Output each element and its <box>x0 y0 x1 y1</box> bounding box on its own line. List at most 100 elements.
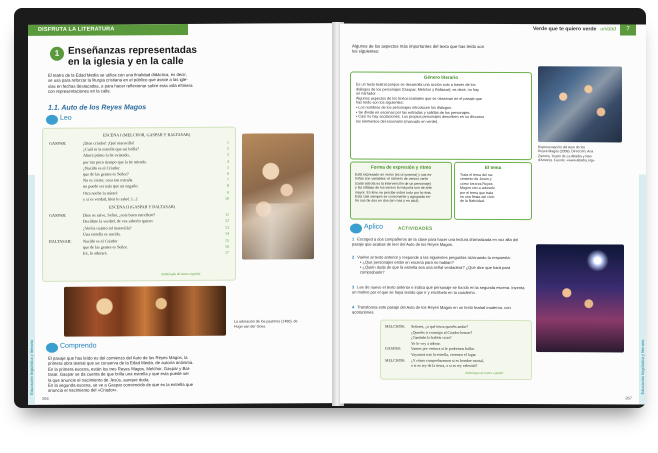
open-textbook: DISFRUTA LA LITERATURA Educación lingüís… <box>14 8 646 408</box>
verse-line: no puede ser más que un engaño. <box>83 183 139 189</box>
activity-text: Escoged a dos compañeros de la clase par… <box>352 236 519 247</box>
speaker-name: MELCHOR: <box>385 358 406 363</box>
activity-number: 2 <box>352 254 355 260</box>
verse-number: 17 <box>225 250 229 256</box>
forma-expresion-box: Forma de expresión y ritmo Está expresad… <box>350 161 452 220</box>
unit-title: Verde que te quiero verde <box>532 26 597 33</box>
verse-line: que de las gentes es Señor? <box>83 171 129 177</box>
star-kings-photo <box>536 244 624 353</box>
genero-literario-box: Género literario Es un texto teatral por… <box>350 71 532 161</box>
right-intro-line: los siguientes: <box>352 48 380 55</box>
unit-number-badge: 7 <box>620 24 636 36</box>
speaker-name: GASPAR: <box>385 347 402 352</box>
adoration-painting <box>64 285 226 337</box>
verse-line: No es cierto; cosa tan extraña <box>83 177 133 183</box>
left-page: DISFRUTA LA LITERATURA Educación lingüís… <box>28 23 334 405</box>
section-number: 1 <box>50 46 64 61</box>
verse-line: Vayamos tras la estrella, veremos el lug… <box>411 352 477 357</box>
verse-number: 10 <box>225 195 229 201</box>
verse-line: o si es rey de la tierra, o si es rey ce… <box>411 363 478 369</box>
aplico-label: Aplico <box>364 223 384 231</box>
right-intro: Algunos de los aspectos más importantes … <box>352 44 532 55</box>
verse-line: que de las gentes es Señor. <box>83 244 128 250</box>
script-excerpt: ESCENA I (MELCHOR, GASPAR Y BALTASAR) GA… <box>42 126 236 282</box>
left-header: DISFRUTA LA LITERATURA <box>28 23 188 36</box>
dialog-lines: MELCHOR: Señores, ¿a qué tierra queréis a… <box>381 321 531 369</box>
verse-number: 3 <box>227 152 229 158</box>
left-page-number: 266 <box>42 395 49 401</box>
right-page: Verde que te quiero verde unidad 7 Educac… <box>340 23 646 405</box>
verse-number: 9 <box>227 189 229 195</box>
verse-number: 12 <box>225 218 229 224</box>
verse-number: 13 <box>225 224 229 230</box>
section-title-line2: en la iglesia y en la calle <box>68 55 184 68</box>
right-header-title: Verde que te quiero verde unidad <box>533 26 616 32</box>
verse-line: ¿Veréis cuánto tal maravilla? <box>83 225 132 231</box>
verse-number: 5 <box>227 164 229 170</box>
forma-line: tre sus de dos en dos (en rosa y en azul… <box>355 198 420 204</box>
scene2-lines: GASPAR: Dios os salve, Señor, ¿sois buen … <box>43 128 235 256</box>
verse-line: ¿También lo habéis visto? <box>411 335 452 341</box>
verse-number: 11 <box>225 211 229 217</box>
scene1-heading: ESCENA I (MELCHOR, GASPAR Y BALTASAR) <box>103 131 191 138</box>
activity-text: Transforma este pasaje del Auto de los R… <box>352 304 511 315</box>
section-title: Enseñanzas representadas en la iglesia y… <box>68 44 268 68</box>
tema-line: de la Natividad. <box>460 199 485 204</box>
verse-number: 14 <box>225 230 229 236</box>
intro-paragraph: El teatro de la Edad Media se utiliza co… <box>48 71 318 94</box>
verse-line: Otra noche la miraré <box>83 189 118 196</box>
activity-4: 4 Transforma este pasaje del Auto de los … <box>352 304 528 316</box>
forma-title: Forma de expresión y ritmo <box>370 164 432 170</box>
comprendo-paragraph: El pasaje que has leído es del comienzo … <box>48 354 318 393</box>
verse-line: Yo lo voy a adorar. <box>411 341 441 346</box>
verse-number: 7 <box>227 176 229 182</box>
verse-line: por tan poco tiempo que la he mirado. <box>83 158 147 165</box>
leo-icon <box>46 114 58 125</box>
dialog-credit: Anthología de teatro español <box>465 370 504 376</box>
verse-line: Decidme la verdad, de vos saberlo quiero… <box>83 218 154 224</box>
verse-line: ¿Y cómo comprobaremos si es hombre morta… <box>411 358 484 363</box>
verse-line: Iré, lo adoraré. <box>83 250 108 256</box>
verse-line: Dios os salve, Señor, ¿sois buen estrell… <box>83 212 156 218</box>
tema-title: El tema <box>484 164 502 171</box>
speaker-name: GASPAR: <box>49 212 67 218</box>
right-header: Verde que te quiero verde unidad 7 <box>340 23 646 36</box>
script-credit: Anthología de teatro español <box>161 271 201 277</box>
actividades-label: ACTIVIDADES <box>398 225 433 231</box>
verse-line: Vamos por ventura si le podremos hallar. <box>411 347 475 352</box>
speaker-name: MELCHOR: <box>385 324 406 329</box>
verse-line: y si es verdad, bien lo sabré. [...] <box>83 196 138 202</box>
unit-word: unidad <box>600 26 616 33</box>
intro-line: con representaciones en la calle. <box>48 88 111 95</box>
right-side-label: Educación lingüística y literaria <box>640 339 645 395</box>
genero-bullet: los elementos del escenario (marcado en … <box>356 119 439 124</box>
activity-1: 1 Escoged a dos compañeros de la clase pa… <box>352 236 528 248</box>
nativity-photo-highlight <box>242 203 314 260</box>
scene2-heading: ESCENA II (GASPAR Y BALTASAR) <box>109 204 176 210</box>
leo-label: Leo <box>60 114 72 122</box>
right-page-number: 267 <box>625 395 632 401</box>
speaker-name: GASPAR: <box>49 140 67 146</box>
verse-line: ¿Queréis ir conmigo al Criador honrar? <box>411 330 473 335</box>
verse-line: Nacido es el Criador <box>83 237 118 244</box>
aplico-icon <box>350 223 362 234</box>
verse-number: 8 <box>227 183 229 189</box>
verse-number: 6 <box>227 170 229 176</box>
verse-line: ¡Dios criador! ¡Qué maravilla! <box>83 140 135 146</box>
comprendo-label: Comprendo <box>60 342 97 350</box>
caption-line: d'Amores. Fuente: «www.abadía.org» <box>538 158 595 163</box>
dialog-excerpt: MELCHOR: Señores, ¿a qué tierra queréis a… <box>380 319 532 381</box>
activity-subitem: • ¿Quién duda de que la estrella sea una… <box>360 264 511 275</box>
kings-performance-photo <box>538 66 622 143</box>
verse-number: 2 <box>227 145 229 151</box>
forma-body: Está expresado en verso (es un poema) y … <box>355 173 449 204</box>
genero-body: Es un texto teatral porque se desarrolla… <box>356 83 528 125</box>
painting-caption: La adoración de los pastores (1480), de … <box>234 319 298 329</box>
subsection-title: 1.1. Auto de los Reyes Magos <box>48 104 147 112</box>
activity-2: 2 Vuelve al texto anterior y responde a l… <box>352 254 528 276</box>
left-side-label: Educación lingüística y literaria <box>29 339 34 395</box>
verse-line: Señores, ¿a qué tierra queréis andar? <box>411 324 469 329</box>
scene1-lines: GASPAR: ¡Dios criador! ¡Qué maravilla! 1 ¿C… <box>43 128 235 202</box>
verse-line: ¿Nacido es el Criador <box>83 165 120 171</box>
tema-box: El tema Trata el tema del na- cimiento d… <box>454 161 532 221</box>
